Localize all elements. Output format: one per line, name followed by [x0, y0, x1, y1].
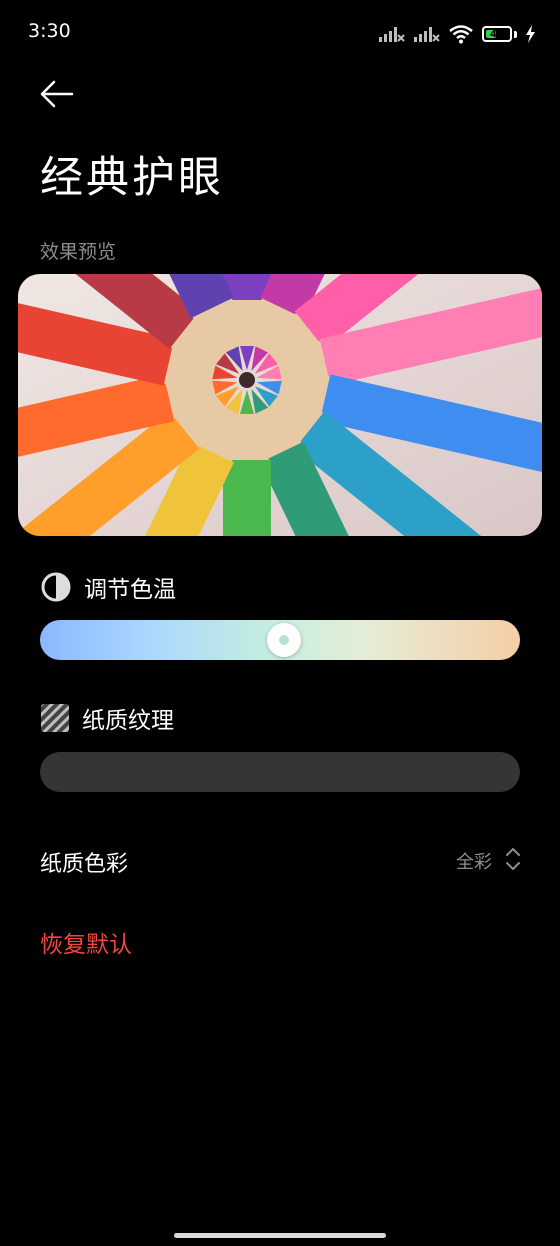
status-icons: 47: [378, 22, 536, 46]
status-bar: 3:30 47: [0, 0, 560, 68]
back-button[interactable]: [34, 76, 78, 112]
charging-icon: [526, 25, 535, 43]
status-time: 3:30: [28, 20, 71, 42]
home-indicator[interactable]: [174, 1233, 386, 1238]
reset-button[interactable]: 恢复默认: [40, 925, 132, 959]
battery-level: 47: [490, 28, 504, 40]
signal-icon-1: [379, 27, 405, 42]
battery-cap: [514, 30, 517, 38]
texture-icon: [41, 704, 69, 732]
wifi-icon: [449, 25, 473, 44]
battery-icon: 47: [482, 26, 512, 42]
paper-color-value: 全彩: [456, 852, 492, 873]
signal-icon-2: [414, 27, 440, 42]
paper-color-row[interactable]: 纸质色彩 全彩: [40, 838, 522, 882]
paper-texture-slider[interactable]: [40, 752, 520, 792]
color-temperature-row: 调节色温: [40, 570, 176, 604]
paper-color-label: 纸质色彩: [40, 852, 129, 877]
paper-texture-label: 纸质纹理: [82, 708, 174, 734]
paper-texture-row: 纸质纹理: [40, 701, 174, 735]
contrast-icon: [41, 572, 71, 602]
page-title: 经典护眼: [40, 153, 224, 203]
updown-icon: [506, 848, 520, 870]
color-temperature-label: 调节色温: [84, 577, 176, 603]
preview-label: 效果预览: [40, 241, 117, 263]
back-arrow-icon: [40, 80, 74, 108]
preview-image: [18, 274, 542, 536]
